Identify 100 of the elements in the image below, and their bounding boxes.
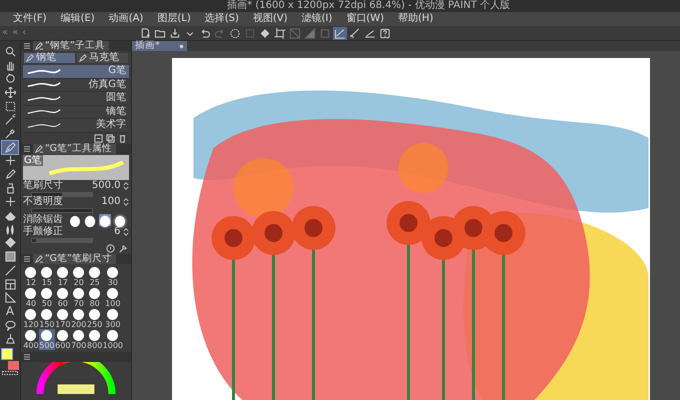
pen-nib-icon [35, 144, 43, 152]
undo-icon [199, 28, 211, 38]
diagonal-square-icon [289, 28, 301, 38]
spinner-arrows-icon[interactable] [123, 182, 129, 190]
brush-list-item[interactable]: 仿真G笔 [23, 78, 129, 92]
panel-tab[interactable]: “G笔”笔刷尺寸 [33, 254, 116, 264]
slider-track[interactable] [31, 192, 93, 196]
brush-size-preset[interactable]: 60 [54, 286, 71, 308]
menu-item[interactable]: 编辑(E) [54, 12, 102, 26]
sub-color-swatch[interactable] [8, 361, 19, 370]
menu-item[interactable]: 选择(S) [198, 12, 246, 26]
brush-size-preset[interactable]: 120 [23, 308, 39, 328]
menu-icon[interactable] [24, 353, 30, 361]
brush-size-preset[interactable]: 100 [102, 286, 123, 308]
brush-stroke-preview [25, 80, 63, 90]
subtool-group-tab[interactable]: 马克笔 [77, 53, 128, 63]
property-value[interactable]: 100 [101, 196, 120, 206]
property-label: 手颤修正 [23, 226, 63, 236]
toolbar-button[interactable] [258, 26, 272, 40]
brush-size-preset[interactable]: 170 [54, 308, 71, 328]
window-title: 插画* (1600 x 1200px 72dpi 68.4%) - 优动漫 PAINT 个人版 [227, 0, 510, 12]
antialias-option[interactable] [84, 214, 96, 226]
brush-size-preset[interactable]: 30 [102, 266, 123, 286]
brush-size-preset[interactable]: 250 [86, 308, 103, 328]
dashed-square-icon [4, 100, 16, 112]
brush-size-preset[interactable]: 70 [70, 286, 87, 308]
main-color-swatch[interactable] [1, 348, 13, 360]
eraser-icon [4, 210, 16, 222]
magnifier-icon [4, 46, 16, 57]
drops-icon [4, 224, 16, 235]
menu-item[interactable]: 视图(V) [246, 12, 295, 26]
menu-item[interactable]: 帮助(H) [391, 12, 440, 26]
menu-item[interactable]: 文件(F) [6, 12, 54, 26]
new-page-icon [139, 28, 151, 38]
toolbar-button[interactable] [228, 26, 242, 40]
copy-icon[interactable] [106, 134, 115, 142]
square-icon[interactable] [94, 134, 103, 142]
antialias-option[interactable] [68, 214, 80, 226]
help-icon [379, 28, 391, 38]
brush-size-preset[interactable]: 400 [23, 328, 39, 350]
move-arrows-icon [4, 86, 16, 98]
menu-icon[interactable] [24, 144, 30, 152]
brush-size-preset[interactable]: 600 [54, 328, 71, 350]
menu-item[interactable]: 窗口(W) [339, 12, 391, 26]
antialias-option[interactable] [98, 214, 110, 226]
subtool-group-tab[interactable]: 钢笔 [24, 53, 75, 63]
brush-list-item[interactable]: G笔 [23, 65, 129, 78]
property-value[interactable]: 6 [114, 226, 120, 236]
spinner-arrows-icon[interactable] [123, 228, 129, 236]
toolbar-button[interactable] [348, 26, 362, 40]
brush-list-item[interactable]: 圆笔 [23, 92, 129, 106]
broom-icon [4, 333, 16, 344]
brush-size-preset[interactable]: 700 [70, 328, 87, 350]
brush-size-preset[interactable]: 80 [86, 286, 103, 308]
brush-size-preset[interactable]: 150 [38, 308, 55, 328]
panel-frame-icon [4, 278, 16, 290]
brush-size-preset[interactable]: 25 [86, 266, 103, 286]
slider-track[interactable] [31, 238, 93, 242]
trash-icon[interactable] [118, 134, 127, 142]
menu-item[interactable]: 图层(L) [150, 12, 198, 26]
brush-size-preset[interactable]: 800 [86, 328, 103, 350]
panel-tab[interactable]: “G笔”工具属性 [33, 144, 116, 154]
brush-list-item[interactable]: 美术字 [23, 119, 129, 132]
brush-size-preset[interactable]: 300 [102, 308, 123, 328]
pen-nib-icon [79, 54, 87, 62]
property-label: 不透明度 [23, 196, 63, 206]
brush-size-preset[interactable]: 200 [70, 308, 87, 328]
clock-icon[interactable] [106, 244, 115, 252]
antialias-option[interactable] [114, 214, 126, 226]
menu-item[interactable]: 滤镜(I) [294, 12, 340, 26]
brush-size-preset[interactable]: 17 [54, 266, 71, 286]
property-value[interactable]: 500.0 [92, 180, 120, 190]
brush-size-preset[interactable]: 50 [38, 286, 55, 308]
tool-button[interactable] [2, 140, 18, 154]
angle-line-icon [364, 28, 376, 38]
brush-list-item[interactable]: 镝笔 [23, 106, 129, 119]
tool-button[interactable]: A [2, 305, 18, 318]
toolbar-button[interactable] [378, 26, 392, 40]
brush-size-preset[interactable]: 1000 [102, 328, 123, 350]
toolbar-button[interactable] [333, 26, 347, 40]
menu-icon[interactable] [24, 42, 30, 50]
triangle-icon [304, 28, 316, 38]
folder-icon [154, 28, 166, 38]
spinner-arrows-icon[interactable] [123, 198, 129, 206]
document-tab[interactable]: 插画* [132, 41, 187, 51]
wrench-icon[interactable] [118, 244, 127, 252]
brush-size-preset[interactable]: 500 [38, 328, 55, 350]
line-icon [4, 264, 16, 276]
menu-icon[interactable] [24, 254, 30, 262]
brush-size-preset[interactable]: 15 [38, 266, 55, 286]
panel-tab[interactable]: “钢笔”子工具 [33, 41, 109, 51]
brush-size-preset[interactable]: 12 [23, 266, 39, 286]
toolbar-button[interactable] [168, 26, 182, 40]
menu-item[interactable]: 动画(A) [102, 12, 150, 26]
brush-size-preset[interactable]: 40 [23, 286, 39, 308]
crop-square-icon [274, 28, 286, 38]
transparent-color-icon[interactable] [2, 371, 18, 376]
brush-size-preset[interactable]: 20 [70, 266, 87, 286]
tool-button[interactable] [2, 86, 18, 99]
brush-stroke-preview [25, 94, 63, 103]
